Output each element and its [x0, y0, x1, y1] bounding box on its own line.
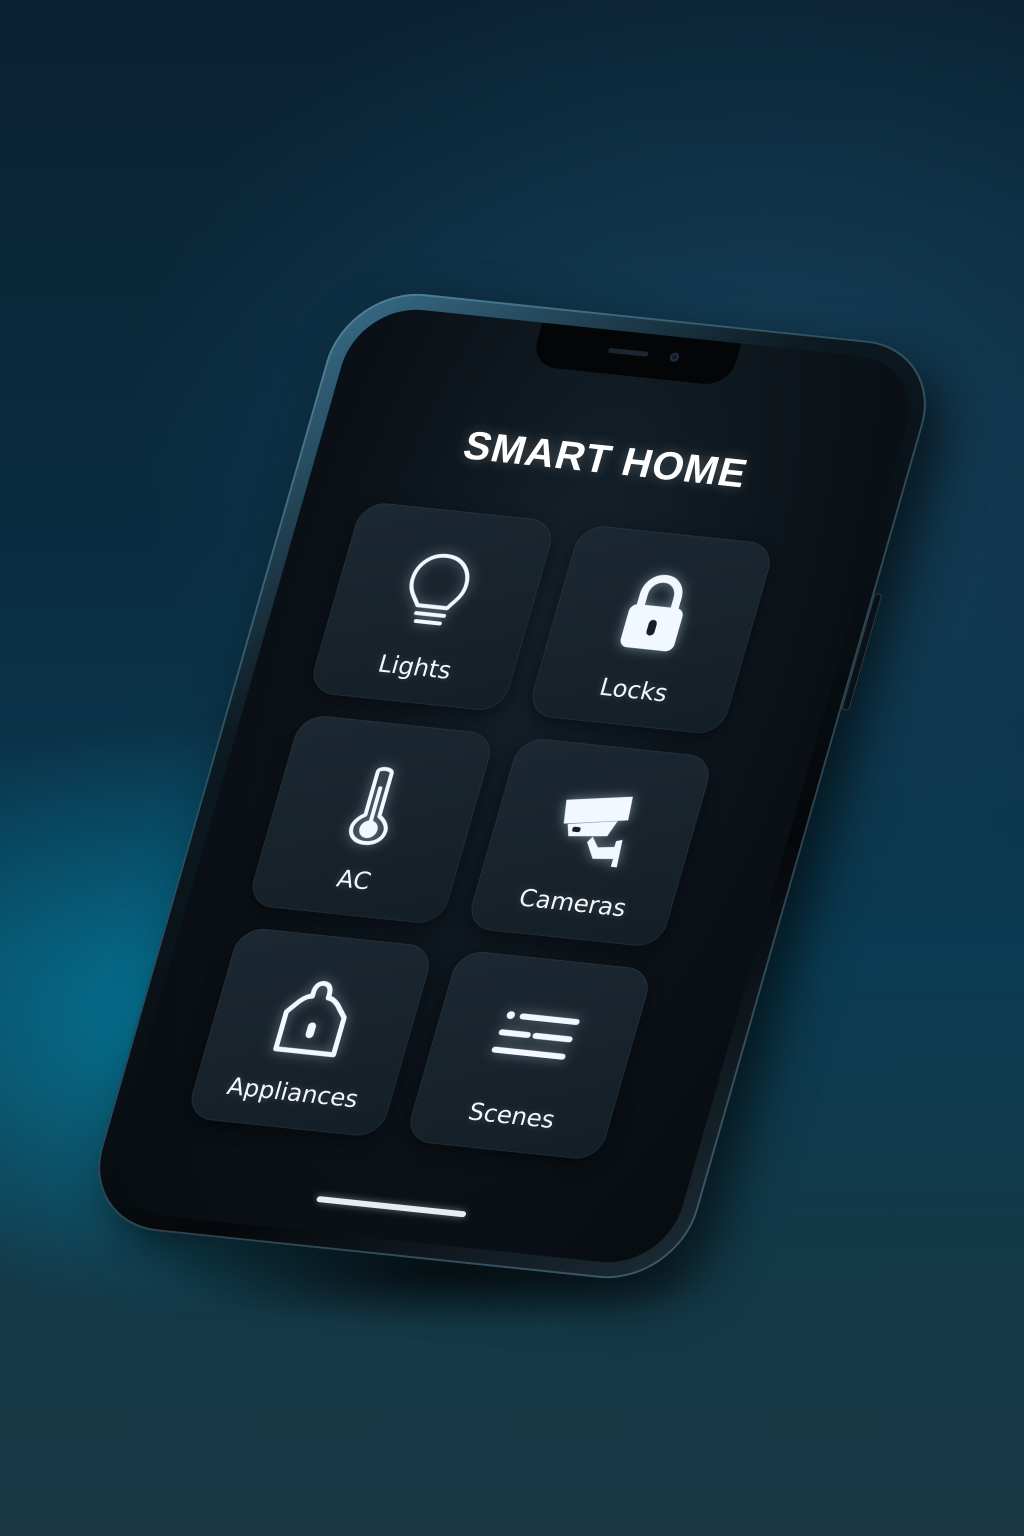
earpiece-speaker: [607, 347, 649, 357]
device-category-grid: Lights Locks AC Cameras Appliances Scene…: [185, 500, 780, 1162]
tile-cameras[interactable]: Cameras: [465, 736, 715, 949]
tile-scenes[interactable]: Scenes: [404, 949, 654, 1162]
tile-label: AC: [333, 864, 375, 896]
home-indicator[interactable]: [315, 1195, 467, 1218]
tile-locks[interactable]: Locks: [526, 523, 776, 736]
front-camera: [668, 352, 681, 362]
notch: [530, 322, 742, 387]
list-icon: [476, 990, 591, 1087]
tile-label: Appliances: [224, 1072, 362, 1114]
padlock-icon: [598, 564, 713, 661]
phone-screen: SMART HOME Lights Locks AC Cameras Appli…: [99, 303, 925, 1269]
page-title: SMART HOME: [458, 423, 753, 497]
house-lock-icon: [258, 967, 373, 1064]
phone-device: SMART HOME Lights Locks AC Cameras Appli…: [79, 286, 945, 1286]
thermometer-icon: [319, 754, 434, 851]
tile-appliances[interactable]: Appliances: [185, 926, 436, 1139]
phone-frame: SMART HOME Lights Locks AC Cameras Appli…: [79, 286, 945, 1286]
security-camera-icon: [537, 777, 652, 874]
tile-label: Locks: [596, 673, 672, 708]
tile-ac[interactable]: AC: [246, 713, 497, 926]
lightbulb-icon: [380, 541, 495, 638]
tile-lights[interactable]: Lights: [307, 500, 558, 713]
tile-label: Lights: [375, 649, 455, 685]
tile-label: Cameras: [515, 883, 630, 923]
tile-label: Scenes: [465, 1097, 559, 1134]
